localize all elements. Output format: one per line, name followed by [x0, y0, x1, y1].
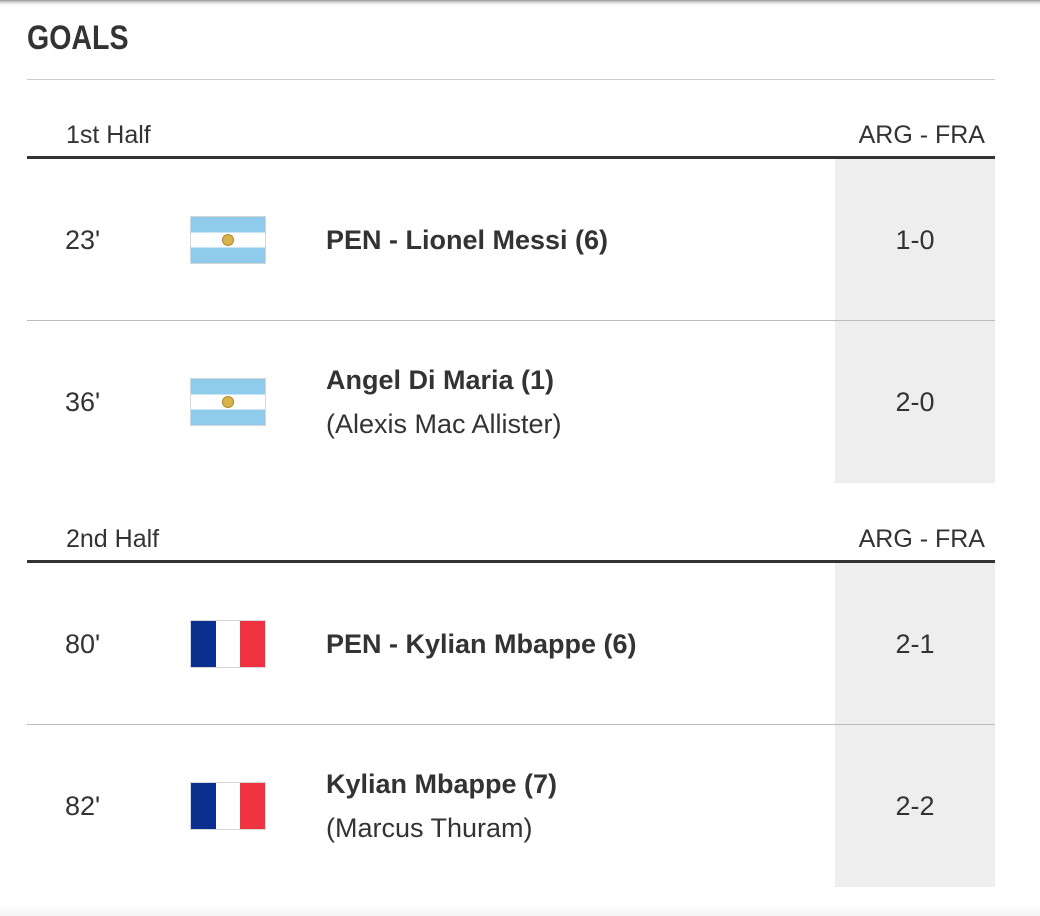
title-divider — [27, 79, 995, 80]
goal-scorer: Angel Di Maria (1) (Alexis Mac Allister) — [326, 321, 562, 483]
goal-minute: 36' — [65, 386, 101, 417]
goal-score: 2-2 — [835, 725, 995, 887]
france-flag-icon — [190, 620, 266, 668]
assist-name: (Marcus Thuram) — [326, 813, 533, 843]
half-teams-label: ARG - FRA — [858, 121, 985, 149]
goal-score: 2-0 — [835, 321, 995, 483]
goal-score: 1-0 — [835, 159, 995, 321]
goal-score: 2-1 — [835, 563, 995, 725]
assist-name: (Alexis Mac Allister) — [326, 409, 562, 439]
half-header: 1st Half ARG - FRA — [27, 115, 995, 159]
goal-row: 23' PEN - Lionel Messi (6) 1-0 — [27, 159, 995, 321]
top-edge-shadow — [0, 0, 1040, 6]
half-header: 2nd Half ARG - FRA — [27, 519, 995, 563]
goal-minute: 23' — [65, 224, 101, 255]
goal-row: 82' Kylian Mbappe (7) (Marcus Thuram) 2-… — [27, 725, 995, 887]
goal-scorer: Kylian Mbappe (7) (Marcus Thuram) — [326, 725, 557, 887]
goal-scorer: PEN - Lionel Messi (6) — [326, 159, 608, 321]
scorer-name: Kylian Mbappe (7) — [326, 769, 558, 799]
half-section-1: 1st Half ARG - FRA 23' PEN - Lionel Mess… — [27, 115, 995, 483]
bottom-edge-shadow — [0, 906, 1040, 916]
scorer-name: PEN - Kylian Mbappe (6) — [326, 629, 637, 659]
goal-scorer: PEN - Kylian Mbappe (6) — [326, 563, 637, 725]
argentina-flag-icon — [190, 378, 266, 426]
half-label: 2nd Half — [66, 525, 160, 553]
half-label: 1st Half — [66, 121, 151, 149]
section-title: GOALS — [27, 19, 129, 57]
goal-minute: 82' — [65, 790, 101, 821]
scorer-name: PEN - Lionel Messi (6) — [326, 225, 609, 255]
half-teams-label: ARG - FRA — [858, 525, 985, 553]
goal-row: 80' PEN - Kylian Mbappe (6) 2-1 — [27, 563, 995, 725]
goal-row: 36' Angel Di Maria (1) (Alexis Mac Allis… — [27, 321, 995, 483]
goal-minute: 80' — [65, 628, 101, 659]
half-section-2: 2nd Half ARG - FRA 80' PEN - Kylian Mbap… — [27, 519, 995, 887]
argentina-flag-icon — [190, 216, 266, 264]
france-flag-icon — [190, 782, 266, 830]
scorer-name: Angel Di Maria (1) — [326, 365, 555, 395]
